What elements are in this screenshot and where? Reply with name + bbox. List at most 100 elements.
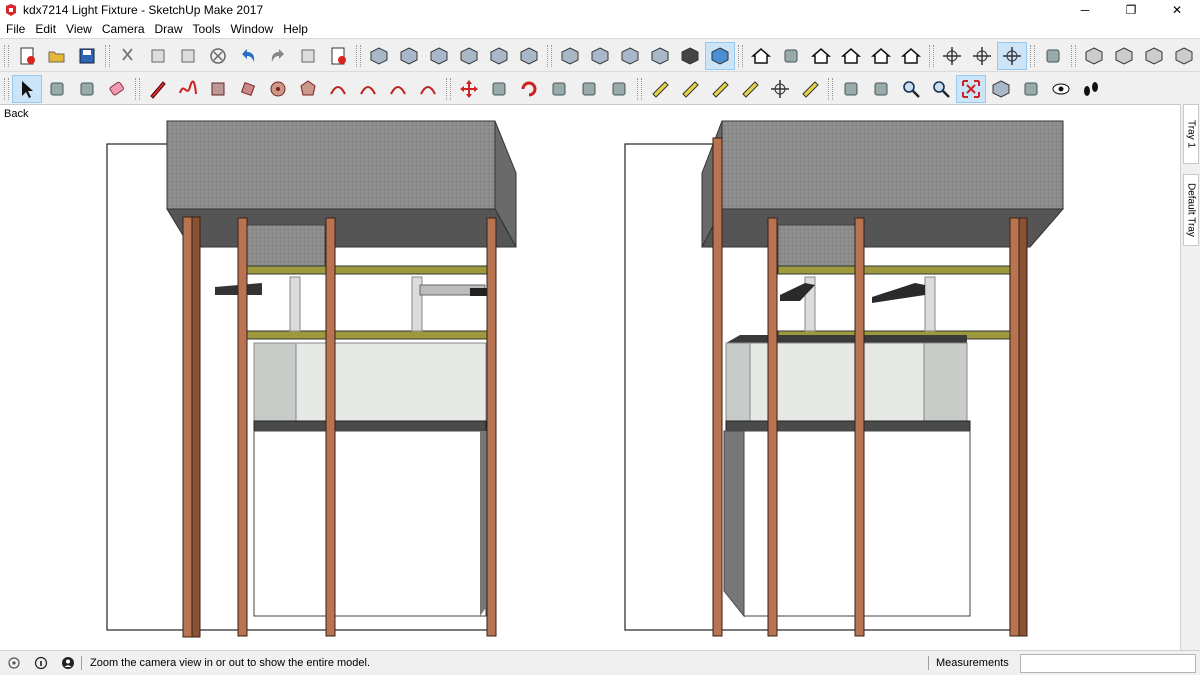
- rotate-button[interactable]: [514, 75, 544, 103]
- xray-button[interactable]: [555, 42, 585, 70]
- hidden-line-button[interactable]: [645, 42, 675, 70]
- close-button[interactable]: ✕: [1154, 0, 1200, 20]
- walk-button[interactable]: [1076, 75, 1106, 103]
- pencil-button[interactable]: [143, 75, 173, 103]
- menu-edit[interactable]: Edit: [30, 20, 61, 38]
- layer-button[interactable]: [1038, 42, 1068, 70]
- solid-outer-button[interactable]: [1079, 42, 1109, 70]
- left-shelf-upper: [245, 265, 489, 275]
- paste-button[interactable]: [173, 42, 203, 70]
- menu-help[interactable]: Help: [278, 20, 313, 38]
- select-button[interactable]: [12, 74, 42, 103]
- erase-button[interactable]: [203, 42, 233, 70]
- axes-tool-button[interactable]: [765, 75, 795, 103]
- credits-icon[interactable]: [34, 656, 48, 670]
- house-share-button[interactable]: [896, 42, 926, 70]
- open-button[interactable]: [42, 42, 72, 70]
- rotated-rectangle-button[interactable]: [233, 75, 263, 103]
- front-view-button[interactable]: [424, 42, 454, 70]
- components-button[interactable]: [776, 42, 806, 70]
- follow-me-button[interactable]: [544, 75, 574, 103]
- zoom-window-button[interactable]: [926, 75, 956, 103]
- copy-button[interactable]: [143, 42, 173, 70]
- menu-tools[interactable]: Tools: [188, 20, 226, 38]
- right-view-button[interactable]: [454, 42, 484, 70]
- 3d-text-button[interactable]: [795, 75, 825, 103]
- save-button[interactable]: [72, 42, 102, 70]
- protractor-icon: [712, 80, 729, 98]
- wireframe-button[interactable]: [615, 42, 645, 70]
- eraser-button[interactable]: [102, 75, 132, 103]
- tray-tab-default[interactable]: Default Tray: [1183, 174, 1199, 246]
- pan-button[interactable]: [866, 75, 896, 103]
- left-bracket-post-a: [289, 276, 301, 332]
- solid-union-button[interactable]: [1139, 42, 1169, 70]
- make-component-icon: [50, 82, 64, 95]
- push-pull-button[interactable]: [484, 75, 514, 103]
- house-share-icon: [901, 47, 921, 64]
- model-viewport[interactable]: Back: [0, 104, 1180, 650]
- menu-view[interactable]: View: [61, 20, 97, 38]
- left-post-4: [486, 217, 497, 637]
- house-outline-button[interactable]: [866, 42, 896, 70]
- minimize-button[interactable]: ─: [1062, 0, 1108, 20]
- undo-button[interactable]: [233, 42, 263, 70]
- tray-tab-1[interactable]: Tray 1: [1183, 104, 1199, 164]
- position-camera-button[interactable]: [1016, 75, 1046, 103]
- move-button[interactable]: [454, 75, 484, 103]
- text-button[interactable]: [735, 75, 765, 103]
- axes-button[interactable]: [937, 42, 967, 70]
- arc-button[interactable]: [323, 75, 353, 103]
- make-component-button[interactable]: [42, 75, 72, 103]
- protractor-button[interactable]: [705, 75, 735, 103]
- scale-button[interactable]: [574, 75, 604, 103]
- two-point-arc-button[interactable]: [353, 75, 383, 103]
- freehand-button[interactable]: [173, 75, 203, 103]
- menu-camera[interactable]: Camera: [97, 20, 150, 38]
- model-info-button[interactable]: [323, 42, 353, 70]
- geolocation-icon[interactable]: [7, 656, 21, 670]
- solid-subtract-icon: [1175, 46, 1193, 65]
- restore-button[interactable]: ❐: [1108, 0, 1154, 20]
- offset-button[interactable]: [604, 75, 634, 103]
- top-view-button[interactable]: [394, 42, 424, 70]
- textured-button[interactable]: [705, 41, 735, 70]
- look-around-button[interactable]: [1046, 75, 1076, 103]
- zoom-extents-button[interactable]: [956, 74, 986, 103]
- back-view-button[interactable]: [484, 42, 514, 70]
- solid-intersect-button[interactable]: [1109, 42, 1139, 70]
- iso-view-button[interactable]: [364, 42, 394, 70]
- user-icon[interactable]: [61, 656, 75, 670]
- new-button[interactable]: [12, 42, 42, 70]
- menu-file[interactable]: File: [0, 20, 30, 38]
- solid-subtract-button[interactable]: [1169, 42, 1199, 70]
- back-edges-button[interactable]: [585, 42, 615, 70]
- redo-button[interactable]: [263, 42, 293, 70]
- shaded-button[interactable]: [675, 42, 705, 70]
- cut-button[interactable]: [113, 42, 143, 70]
- right-top-box-front: [721, 120, 1064, 210]
- measurements-input[interactable]: [1020, 654, 1196, 673]
- rectangle-button[interactable]: [203, 75, 233, 103]
- pie-icon: [420, 85, 436, 94]
- print-button[interactable]: [293, 42, 323, 70]
- section-display-button[interactable]: [997, 41, 1027, 70]
- model-scene: [106, 120, 1065, 638]
- circle-button[interactable]: [263, 75, 293, 103]
- left-view-button[interactable]: [514, 42, 544, 70]
- paint-bucket-button[interactable]: [72, 75, 102, 103]
- section-plane-button[interactable]: [967, 42, 997, 70]
- house-button[interactable]: [836, 42, 866, 70]
- tape-measure-button[interactable]: [645, 75, 675, 103]
- three-point-arc-button[interactable]: [383, 75, 413, 103]
- previous-view-button[interactable]: [986, 75, 1016, 103]
- menu-window[interactable]: Window: [226, 20, 279, 38]
- pie-button[interactable]: [413, 75, 443, 103]
- menu-draw[interactable]: Draw: [150, 20, 188, 38]
- orbit-button[interactable]: [836, 75, 866, 103]
- polygon-button[interactable]: [293, 75, 323, 103]
- warehouse-button[interactable]: [746, 42, 776, 70]
- dimension-button[interactable]: [675, 75, 705, 103]
- zoom-button[interactable]: [896, 75, 926, 103]
- home-button[interactable]: [806, 42, 836, 70]
